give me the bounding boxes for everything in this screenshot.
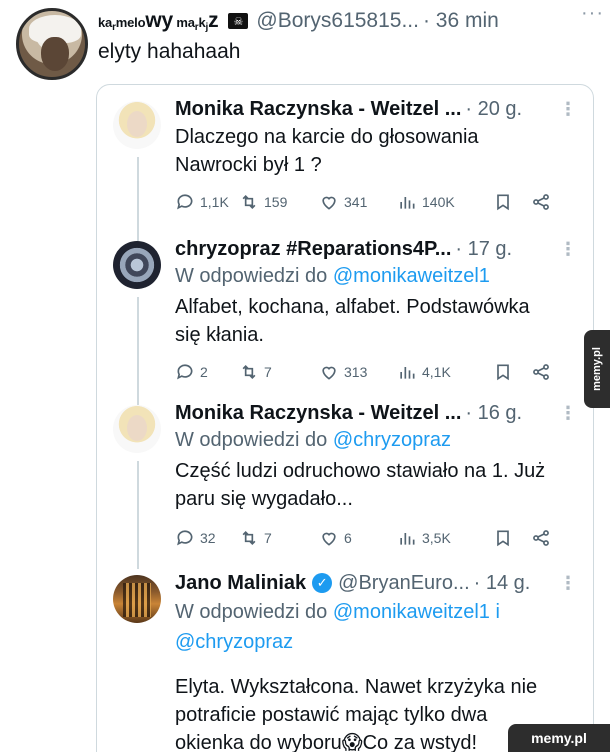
timestamp[interactable]: · 20 g. [465, 98, 522, 121]
thread-reply[interactable]: Jano Maliniak ✓ @BryanEuro... · 14 g. ⋮ … [97, 553, 593, 752]
like-button[interactable]: 6 [319, 528, 397, 548]
heart-icon [322, 366, 336, 380]
bookmark-button[interactable] [493, 192, 531, 212]
retweet-icon [242, 530, 256, 546]
views-icon [400, 197, 415, 209]
reply-header: chryzopraz #Reparations4P... · 17 g. [175, 235, 585, 263]
reply-header: Monika Raczynska - Weitzel ... · 20 g. [175, 95, 585, 123]
mention-link[interactable]: @chryzopraz [333, 429, 451, 451]
share-icon [533, 194, 549, 210]
avatar[interactable] [113, 575, 161, 623]
retweet-button[interactable]: 7 [239, 362, 319, 382]
outer-avatar[interactable] [16, 8, 88, 80]
more-options-icon[interactable]: ⋮ [559, 403, 577, 424]
avatar[interactable] [113, 101, 161, 149]
reply-header: Monika Raczynska - Weitzel ... · 16 g. [175, 399, 585, 427]
reply-button[interactable]: 2 [175, 362, 239, 382]
reply-to-line: W odpowiedzi do @chryzopraz [175, 429, 451, 451]
side-watermark: memy.pl [584, 330, 610, 408]
views-icon [400, 367, 415, 379]
corner-watermark: memy.pl [508, 724, 610, 752]
mention-link[interactable]: @monikaweitzel1 [333, 265, 490, 287]
thread-reply[interactable]: Monika Raczynska - Weitzel ... · 16 g. ⋮… [97, 389, 593, 553]
outer-timestamp[interactable]: · 36 min [423, 9, 499, 33]
reply-button[interactable]: 1,1K [175, 192, 239, 212]
mention-link[interactable]: @chryzopraz [175, 631, 293, 653]
outer-tweet-header: karmelowy markjz ☠ @Borys615815... · 36 … [98, 6, 600, 36]
action-bar: 1,1K 159 341 140K [175, 191, 579, 213]
retweet-button[interactable]: 159 [239, 192, 319, 212]
like-button[interactable]: 341 [319, 192, 397, 212]
share-button[interactable] [531, 528, 551, 548]
author-name[interactable]: Jano Maliniak [175, 572, 306, 595]
author-handle[interactable]: @BryanEuro... [338, 572, 469, 595]
bookmark-button[interactable] [493, 528, 531, 548]
reply-to-line: W odpowiedzi do @monikaweitzel1 [175, 265, 490, 287]
timestamp[interactable]: · 16 g. [465, 402, 522, 425]
action-bar: 2 7 313 4,1K [175, 361, 579, 383]
outer-handle[interactable]: @Borys615815... [256, 9, 419, 33]
views-button[interactable]: 140K [397, 192, 493, 212]
more-options-icon[interactable]: ⋮ [559, 239, 577, 260]
share-button[interactable] [531, 362, 551, 382]
avatar[interactable] [113, 241, 161, 289]
author-name[interactable]: chryzopraz #Reparations4P... [175, 238, 451, 261]
pirate-flag-icon: ☠ [228, 13, 249, 29]
more-options-icon[interactable]: ··· [581, 2, 604, 25]
reply-header: Jano Maliniak ✓ @BryanEuro... · 14 g. [175, 569, 585, 597]
heart-icon [322, 196, 336, 210]
retweet-icon [242, 364, 256, 380]
views-icon [400, 533, 415, 545]
reply-text: Dlaczego na karcie do głosowania Nawrock… [175, 126, 479, 176]
mention-link[interactable]: @monikaweitzel1 [333, 601, 490, 623]
bookmark-icon [497, 530, 509, 547]
reply-text: Część ludzi odruchowo stawiało na 1. Już… [175, 460, 546, 510]
comment-icon [177, 194, 193, 210]
comment-icon [177, 364, 193, 380]
reply-button[interactable]: 32 [175, 528, 239, 548]
comment-icon [177, 530, 193, 546]
share-icon [533, 364, 549, 380]
timestamp[interactable]: · 17 g. [455, 238, 512, 261]
quoted-thread-card[interactable]: Monika Raczynska - Weitzel ... · 20 g. ⋮… [96, 84, 594, 752]
thread-reply[interactable]: chryzopraz #Reparations4P... · 17 g. ⋮ W… [97, 225, 593, 389]
views-button[interactable]: 3,5K [397, 528, 493, 548]
reply-text: Alfabet, kochana, alfabet. Podstawówka s… [175, 296, 530, 346]
verified-badge-icon: ✓ [312, 573, 333, 593]
retweet-button[interactable]: 7 [239, 528, 319, 548]
author-name[interactable]: Monika Raczynska - Weitzel ... [175, 98, 461, 121]
bookmark-icon [497, 194, 509, 211]
like-button[interactable]: 313 [319, 362, 397, 382]
share-icon [533, 530, 549, 546]
bookmark-icon [497, 364, 509, 381]
more-options-icon[interactable]: ⋮ [559, 573, 577, 594]
avatar[interactable] [113, 405, 161, 453]
share-button[interactable] [531, 192, 551, 212]
bookmark-button[interactable] [493, 362, 531, 382]
views-button[interactable]: 4,1K [397, 362, 493, 382]
action-bar: 32 7 6 3,5K [175, 527, 579, 549]
heart-icon [322, 532, 336, 546]
thread-reply[interactable]: Monika Raczynska - Weitzel ... · 20 g. ⋮… [97, 85, 593, 225]
timestamp[interactable]: · 14 g. [474, 572, 531, 595]
outer-tweet-text: elyty hahahaah [98, 40, 241, 63]
outer-display-name[interactable]: karmelowy markjz [98, 9, 219, 33]
reply-to-line: W odpowiedzi do @monikaweitzel1 i @chryz… [175, 601, 500, 653]
author-name[interactable]: Monika Raczynska - Weitzel ... [175, 402, 461, 425]
avatar-face [41, 37, 69, 71]
more-options-icon[interactable]: ⋮ [559, 99, 577, 120]
retweet-icon [242, 194, 256, 210]
